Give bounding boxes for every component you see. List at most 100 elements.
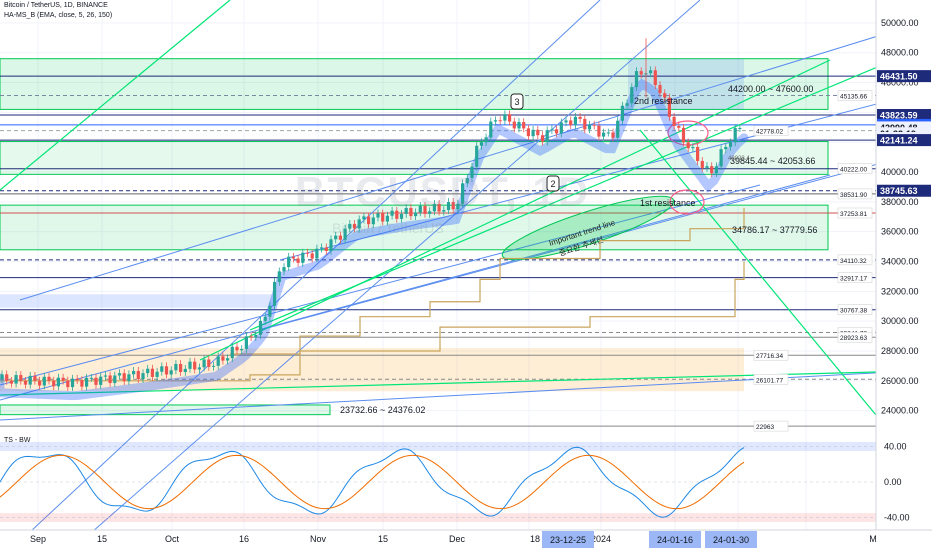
level-label: 34110.32	[840, 258, 867, 265]
candle	[132, 370, 136, 375]
candle	[559, 122, 563, 134]
candle	[179, 363, 183, 373]
candle	[0, 374, 4, 380]
candle	[263, 316, 267, 321]
time-tick: 18	[530, 534, 540, 544]
candle	[75, 378, 79, 381]
candle	[164, 366, 169, 375]
candle	[235, 346, 239, 351]
candle	[136, 370, 140, 380]
candle	[207, 359, 211, 367]
price-tick: 32000.00	[881, 286, 919, 296]
candle	[503, 114, 507, 121]
price-badge-text: 42141.24	[880, 136, 918, 146]
price-tick: 40000.00	[881, 167, 919, 177]
candle	[719, 149, 723, 167]
candle	[573, 116, 577, 126]
time-tick: M	[869, 534, 877, 544]
candle	[80, 380, 84, 387]
small-label: 42023.4	[728, 156, 750, 162]
candle	[103, 375, 107, 377]
price-tick: 48000.00	[881, 48, 919, 58]
zone-top-label: 44200.00 ~ 47600.00	[728, 84, 813, 94]
candle	[188, 361, 192, 369]
candle	[23, 380, 28, 385]
price-chart[interactable]: Important trend line중요한 추세선3244200.00 ~ …	[0, 0, 932, 550]
candle	[564, 120, 568, 123]
oscillator-label[interactable]: TS - BW	[4, 437, 30, 444]
candle	[291, 256, 295, 259]
candle	[33, 375, 37, 381]
candle	[606, 132, 610, 134]
candle	[70, 378, 75, 388]
candle	[649, 70, 653, 74]
candle	[329, 239, 333, 251]
candle	[47, 376, 51, 381]
chart-title[interactable]: Bitcoin / TetherUS, 1D, BINANCE	[4, 2, 108, 9]
candle	[583, 118, 587, 130]
time-tick: Nov	[310, 534, 327, 544]
candle	[221, 356, 225, 361]
candle	[89, 377, 93, 379]
candle	[362, 216, 366, 220]
time-tick: Sep	[30, 534, 46, 544]
level-label: 40222.00	[840, 167, 867, 174]
level-label: 27716.34	[756, 353, 783, 360]
time-tick: Dec	[449, 534, 466, 544]
price-badge-text: 38745.63	[880, 186, 918, 196]
candle	[282, 267, 286, 272]
candle	[616, 120, 620, 138]
candle	[28, 375, 32, 385]
symbol-watermark-sub: Bitcoin / TetherUS	[332, 220, 444, 236]
candle	[113, 375, 117, 384]
candle	[42, 376, 46, 386]
candle	[301, 252, 305, 263]
candle	[526, 128, 530, 137]
step-marker-label: 3	[514, 97, 519, 107]
candle	[338, 235, 342, 240]
candle	[691, 146, 695, 149]
zone-low-label: 34786.17 ~ 37779.56	[732, 225, 817, 235]
time-tick: 15	[378, 534, 388, 544]
candle	[475, 145, 479, 167]
candle	[733, 128, 737, 143]
candle	[587, 124, 592, 130]
candle	[489, 121, 493, 138]
resistance-2-label: 2nd resistance	[634, 96, 693, 106]
candle	[540, 135, 545, 142]
level-label: 26101.77	[756, 377, 783, 384]
candle	[512, 121, 516, 129]
candle	[160, 366, 164, 372]
osc-tick: -40.00	[884, 513, 910, 523]
candle	[273, 281, 277, 306]
tradingview-chart[interactable]: Important trend line 중요한 추세선 3 2 44200.00 ~ …	[0, 0, 932, 550]
time-tick: Oct	[165, 534, 180, 544]
level-label: 38531.90	[840, 192, 867, 199]
price-badge-text: 46431.50	[880, 72, 918, 82]
indicator-label[interactable]: HA-MS_B (EMA, close, 5, 26, 150)	[4, 12, 112, 19]
zone-bottom-label: 23732.66 ~ 24376.02	[340, 405, 425, 415]
level-label: 37253.81	[840, 211, 867, 218]
time-badge-text: 23-12-25	[550, 535, 586, 545]
candle	[630, 87, 634, 104]
level-label: 32917.17	[840, 276, 867, 283]
level-label: 42778.02	[756, 129, 783, 136]
candle	[484, 137, 488, 143]
candle	[85, 377, 89, 387]
candle	[202, 359, 206, 368]
candle	[117, 373, 122, 376]
candle	[5, 374, 9, 381]
level-label: 28923.63	[840, 335, 867, 342]
candle	[672, 116, 676, 126]
candle	[315, 248, 319, 259]
candle	[174, 363, 178, 371]
level-label: 45135.66	[840, 93, 867, 100]
osc-tick: 40.00	[884, 441, 907, 451]
candle	[249, 336, 253, 338]
candle	[700, 160, 704, 168]
candle	[724, 146, 728, 150]
candle	[150, 368, 154, 377]
candle	[639, 71, 643, 75]
candle	[324, 247, 328, 251]
candle	[216, 356, 220, 366]
